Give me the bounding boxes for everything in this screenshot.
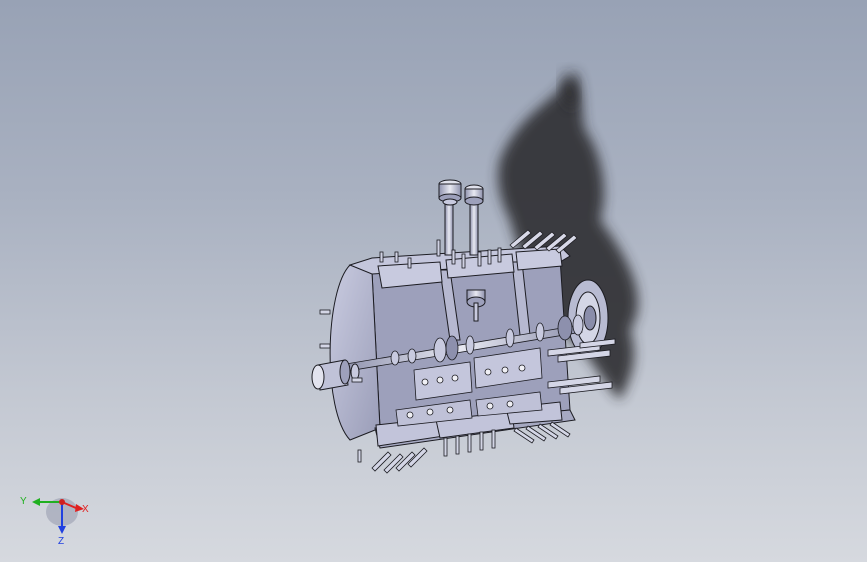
z-axis-label: Z bbox=[58, 536, 64, 547]
coordinate-triad: X Y Z bbox=[20, 496, 89, 547]
x-axis-label: X bbox=[82, 504, 89, 515]
model-scene[interactable] bbox=[0, 0, 867, 562]
top-pulley-shafts[interactable] bbox=[438, 179, 484, 256]
triad-origin bbox=[59, 499, 65, 505]
y-axis-label: Y bbox=[20, 496, 27, 507]
z-axis-arrow bbox=[58, 526, 66, 534]
graphics-viewport[interactable]: X Y Z bbox=[0, 0, 867, 562]
y-axis-arrow bbox=[32, 498, 40, 506]
